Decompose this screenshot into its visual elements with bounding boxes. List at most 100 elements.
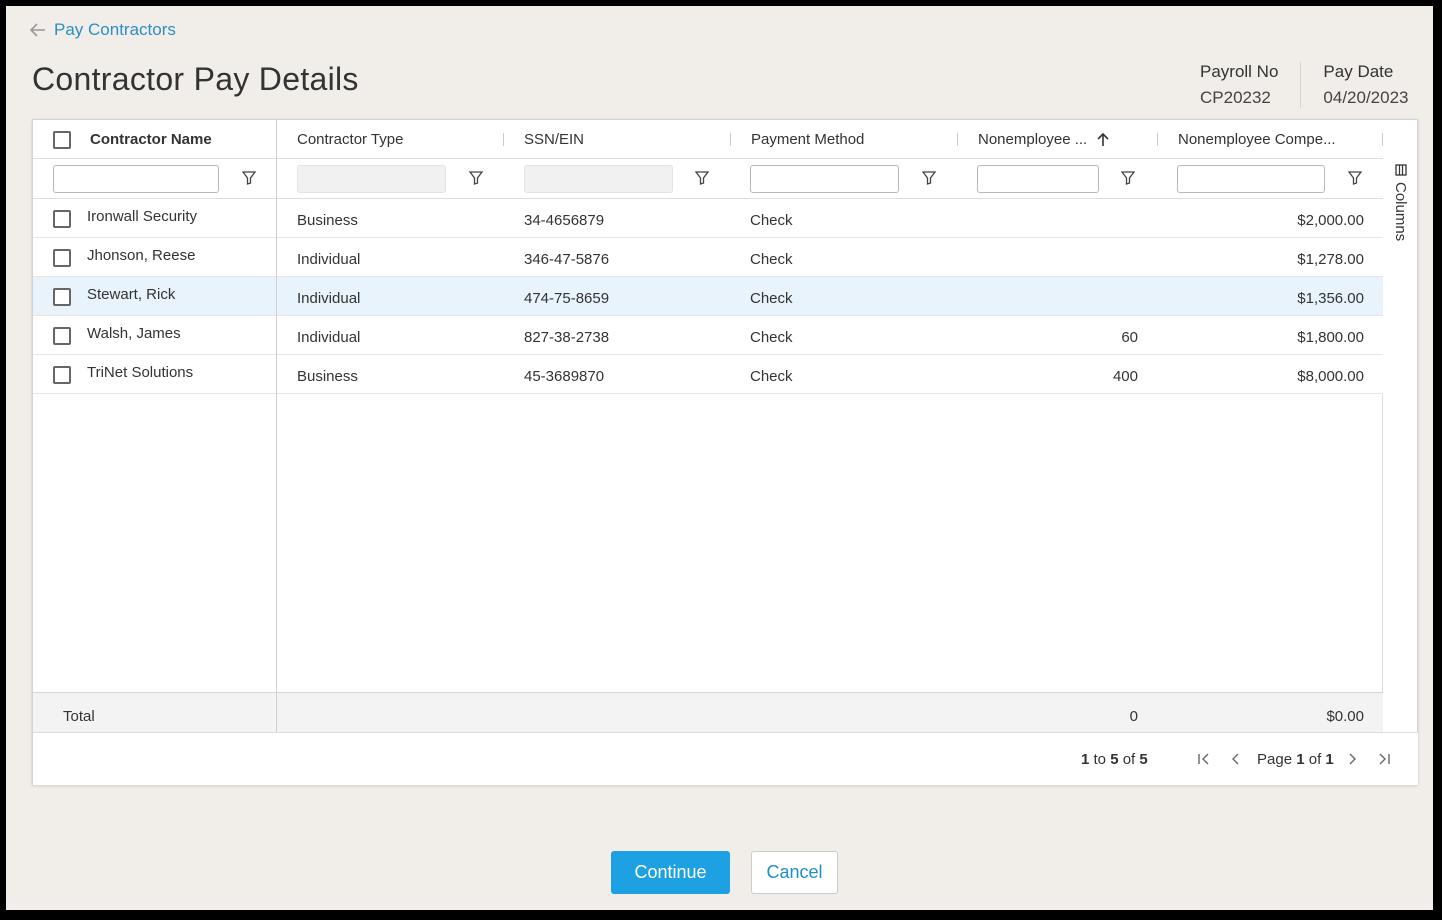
- pay-date-block: Pay Date 04/20/2023: [1300, 62, 1430, 108]
- row-checkbox-cell: [53, 238, 71, 277]
- pagination-bar: 1 to 5 of 5 Page 1 of 1: [33, 732, 1418, 785]
- row-checkbox-cell: [53, 316, 71, 355]
- filter-icon[interactable]: [242, 171, 256, 185]
- current-page: 1: [1296, 751, 1305, 768]
- payroll-no-value: CP20232: [1200, 88, 1271, 107]
- cell-nonemployee-comp: $8,000.00: [1297, 368, 1364, 385]
- arrow-left-icon: [30, 23, 45, 37]
- sort-ascending-icon[interactable]: [1097, 132, 1109, 147]
- row-summary: 1 to 5 of 5: [1081, 733, 1148, 786]
- row-checkbox[interactable]: [53, 326, 71, 345]
- table-row[interactable]: TriNet Solutions Business 45-3689870 Che…: [33, 355, 1383, 394]
- cancel-button[interactable]: Cancel: [751, 851, 838, 894]
- filter-icon[interactable]: [922, 171, 936, 185]
- cell-nonemployee-comp: $1,278.00: [1297, 251, 1364, 268]
- col-header-nonemployee-1-label: Nonemployee ...: [978, 131, 1088, 148]
- cell-payment-method: Check: [750, 329, 793, 346]
- col-resize-handle[interactable]: [730, 133, 731, 146]
- cell-payment-method: Check: [750, 251, 793, 268]
- col-resize-handle[interactable]: [503, 133, 504, 146]
- table-row[interactable]: Jhonson, Reese Individual 346-47-5876 Ch…: [33, 238, 1383, 277]
- table-row[interactable]: Walsh, James Individual 827-38-2738 Chec…: [33, 316, 1383, 355]
- filter-icon[interactable]: [1348, 171, 1362, 185]
- col-header-contractor-type[interactable]: Contractor Type: [297, 120, 403, 159]
- cell-nonemployee-1: [977, 240, 1138, 279]
- cell-nonemployee-comp: $1,356.00: [1297, 290, 1364, 307]
- page-of-word: of: [1308, 751, 1322, 768]
- filter-icon[interactable]: [469, 171, 483, 185]
- total-nonemployee-1: 0: [1129, 707, 1138, 725]
- row-summary-of-word: of: [1122, 751, 1136, 768]
- first-page-icon[interactable]: [1197, 752, 1211, 766]
- filter-icon[interactable]: [1121, 171, 1135, 185]
- continue-button[interactable]: Continue: [611, 851, 730, 894]
- grid-header-row: Contractor Name Contractor Type SSN/EIN …: [33, 120, 1383, 159]
- columns-icon: [1394, 164, 1407, 176]
- pay-date-value: 04/20/2023: [1323, 88, 1409, 107]
- cell-nonemployee-comp: $1,800.00: [1297, 329, 1364, 346]
- columns-tool-label: Columns: [1392, 182, 1409, 242]
- payroll-no-block: Payroll No CP20232: [1178, 62, 1300, 108]
- columns-side-panel: Columns: [1383, 120, 1418, 732]
- row-checkbox[interactable]: [53, 365, 71, 384]
- total-nonemployee-comp: $0.00: [1326, 707, 1364, 725]
- cell-nonemployee-1: [977, 201, 1138, 240]
- app-frame: Pay Contractors Contractor Pay Details P…: [6, 6, 1433, 910]
- cell-contractor-type: Individual: [297, 329, 361, 346]
- col-resize-handle[interactable]: [957, 133, 958, 146]
- cell-contractor-name: Walsh, James: [87, 325, 181, 342]
- cell-payment-method: Check: [750, 368, 793, 385]
- filter-input-contractor-type: [297, 165, 446, 193]
- grid-filter-row: [33, 159, 1383, 199]
- contractor-grid: Contractor Name Contractor Type SSN/EIN …: [32, 119, 1418, 785]
- cell-contractor-type: Business: [297, 212, 358, 229]
- filter-input-nonemployee-1[interactable]: [977, 165, 1099, 193]
- filter-input-nonemployee-comp[interactable]: [1177, 165, 1325, 193]
- cell-nonemployee-1: 400: [1112, 368, 1138, 385]
- col-header-ssn-ein[interactable]: SSN/EIN: [524, 120, 584, 159]
- col-header-contractor-name[interactable]: Contractor Name: [90, 120, 212, 159]
- payroll-meta: Payroll No CP20232 Pay Date 04/20/2023: [1178, 62, 1431, 108]
- row-checkbox[interactable]: [53, 287, 71, 306]
- col-header-nonemployee-comp[interactable]: Nonemployee Compe...: [1178, 120, 1336, 159]
- back-link[interactable]: Pay Contractors: [30, 20, 176, 40]
- col-header-nonemployee-1[interactable]: Nonemployee ...: [978, 120, 1109, 159]
- row-checkbox-cell: [53, 355, 71, 394]
- pay-date-label: Pay Date: [1323, 62, 1394, 81]
- filter-input-payment-method[interactable]: [750, 165, 899, 193]
- cell-nonemployee-1: 60: [1121, 329, 1138, 346]
- total-row: Total 0 $0.00: [33, 692, 1383, 732]
- back-link-label[interactable]: Pay Contractors: [54, 20, 176, 40]
- row-checkbox-cell: [53, 277, 71, 316]
- cell-contractor-name: Ironwall Security: [87, 208, 198, 225]
- columns-tool-tab[interactable]: Columns: [1392, 164, 1409, 732]
- pinned-column-divider: [276, 120, 277, 732]
- cell-payment-method: Check: [750, 212, 793, 229]
- cell-contractor-type: Individual: [297, 251, 361, 268]
- page-word: Page: [1257, 751, 1293, 768]
- col-resize-handle[interactable]: [1157, 133, 1158, 146]
- row-summary-from: 1: [1081, 751, 1090, 768]
- cell-ssn-ein: 34-4656879: [524, 212, 605, 229]
- filter-input-ssn-ein: [524, 165, 673, 193]
- table-row[interactable]: Stewart, Rick Individual 474-75-8659 Che…: [33, 277, 1383, 316]
- grid-body: Contractor Name Contractor Type SSN/EIN …: [33, 120, 1383, 732]
- row-checkbox[interactable]: [53, 248, 71, 267]
- col-header-payment-method[interactable]: Payment Method: [751, 120, 864, 159]
- cell-ssn-ein: 346-47-5876: [524, 251, 610, 268]
- previous-page-icon[interactable]: [1229, 752, 1243, 766]
- filter-input-contractor-name[interactable]: [53, 165, 219, 193]
- select-all-cell: [53, 120, 71, 159]
- select-all-checkbox[interactable]: [53, 130, 71, 149]
- table-row[interactable]: Ironwall Security Business 34-4656879 Ch…: [33, 199, 1383, 238]
- cell-contractor-name: Jhonson, Reese: [87, 247, 196, 264]
- cell-nonemployee-comp: $2,000.00: [1297, 212, 1364, 229]
- last-page-icon[interactable]: [1377, 752, 1391, 766]
- cell-ssn-ein: 45-3689870: [524, 368, 605, 385]
- cell-payment-method: Check: [750, 290, 793, 307]
- filter-icon[interactable]: [695, 171, 709, 185]
- cell-contractor-name: Stewart, Rick: [87, 286, 176, 303]
- row-summary-to: 5: [1110, 751, 1119, 768]
- row-checkbox[interactable]: [53, 209, 71, 228]
- next-page-icon[interactable]: [1345, 752, 1359, 766]
